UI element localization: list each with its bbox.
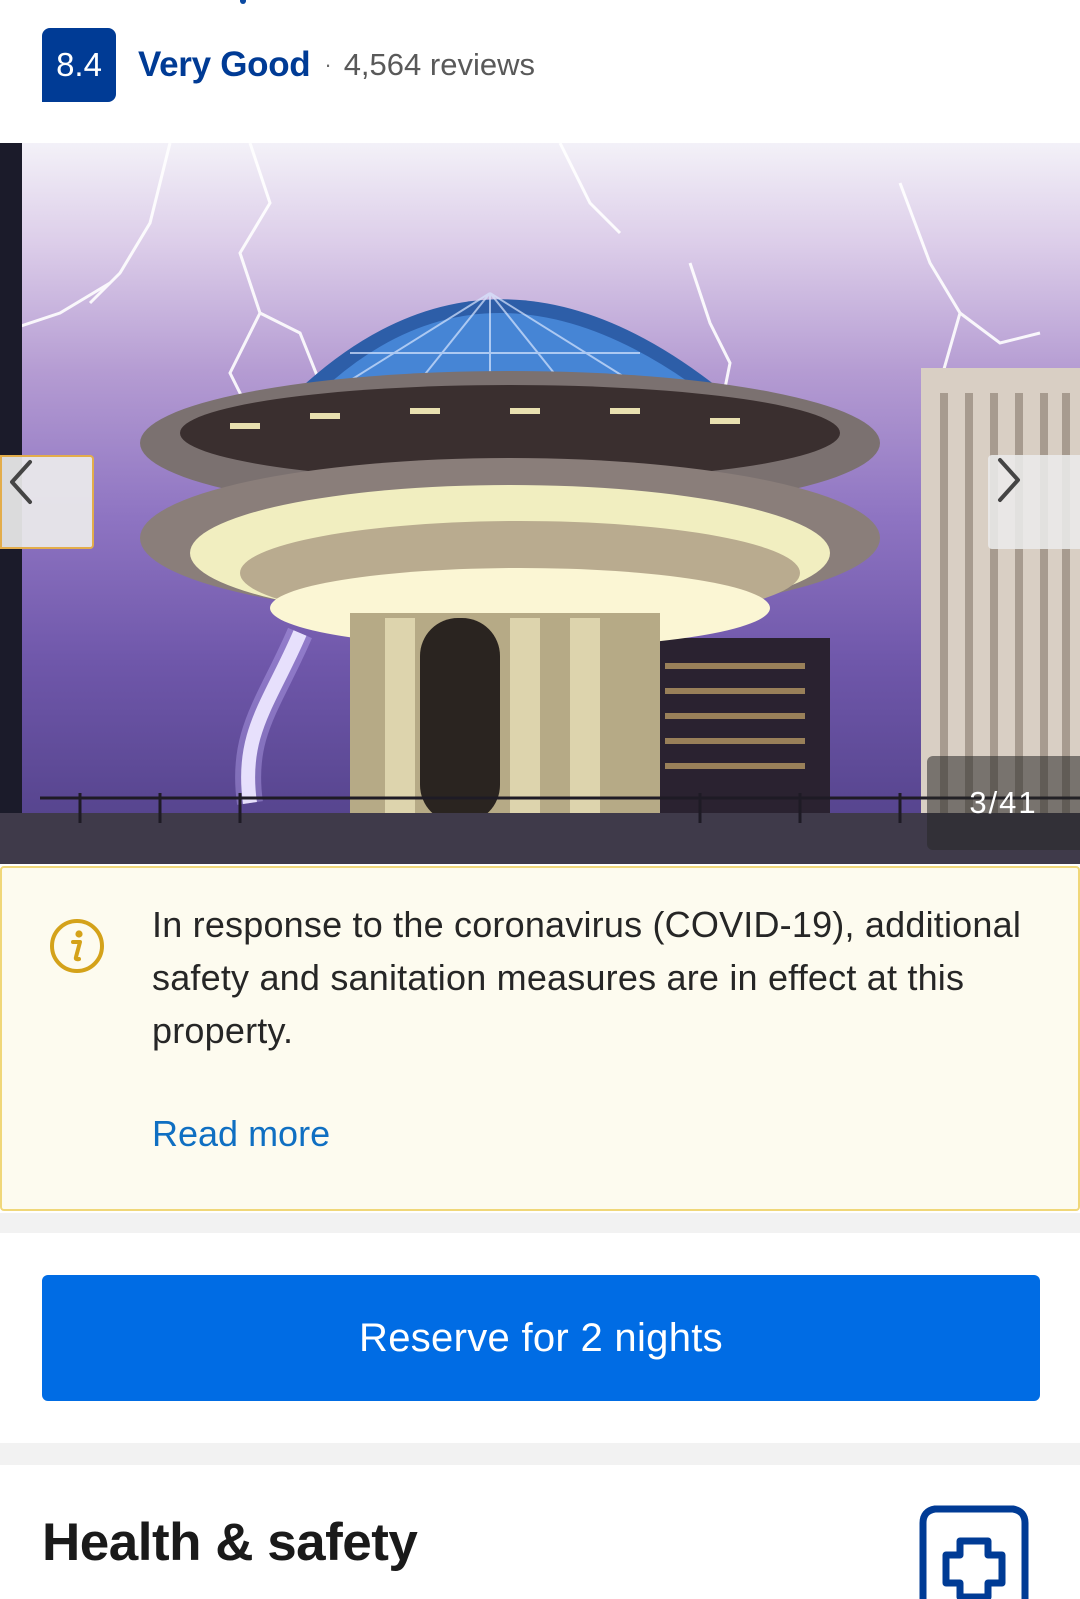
notice-text: In response to the coronavirus (COVID-19… — [152, 904, 1022, 1051]
rating-row[interactable]: 8.4 Very Good · 4,564 reviews — [42, 28, 535, 102]
photo-gallery[interactable]: 3/41 — [0, 143, 1080, 864]
chevron-right-icon — [998, 458, 1020, 502]
review-count[interactable]: 4,564 reviews — [344, 47, 535, 83]
read-more-link[interactable]: Read more — [152, 1113, 330, 1155]
gallery-next-button[interactable] — [988, 455, 1080, 549]
health-safety-title: Health & safety — [42, 1513, 418, 1572]
info-icon — [50, 919, 104, 973]
photo-counter: 3/41 — [927, 756, 1080, 850]
divider — [0, 1213, 1080, 1233]
gallery-prev-button[interactable] — [0, 455, 94, 549]
covid-notice: In response to the coronavirus (COVID-19… — [0, 866, 1080, 1211]
divider — [0, 1443, 1080, 1465]
hotel-page: 8.4 Very Good · 4,564 reviews 3/41 In re… — [0, 0, 1080, 1599]
chevron-left-icon — [10, 460, 32, 504]
hotel-photo — [0, 143, 1080, 864]
separator-dot: · — [324, 52, 332, 77]
reserve-button[interactable]: Reserve for 2 nights — [42, 1275, 1040, 1401]
review-score-badge: 8.4 — [42, 28, 116, 102]
medical-shield-icon — [919, 1505, 1029, 1599]
rating-label: Very Good — [138, 45, 311, 84]
top-edge — [240, 0, 246, 4]
